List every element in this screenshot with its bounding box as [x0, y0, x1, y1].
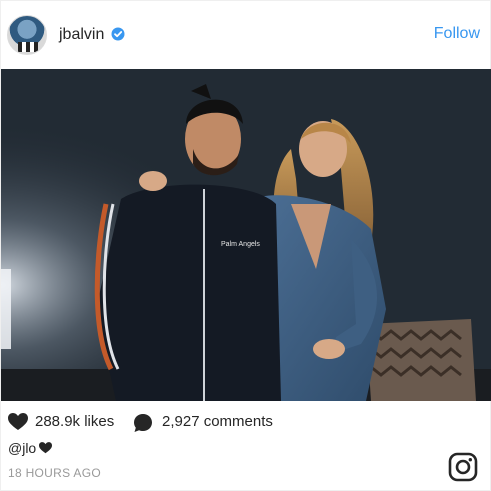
heart-icon[interactable] [8, 413, 28, 431]
comments-count[interactable]: 2,927 comments [162, 413, 273, 430]
username-link[interactable]: jbalvin [59, 26, 104, 44]
verified-badge-icon [111, 27, 125, 41]
comment-bubble-icon[interactable] [133, 413, 153, 433]
black-heart-icon [39, 442, 53, 454]
post-photo[interactable]: Palm Angels [1, 69, 491, 401]
instagram-logo-icon[interactable] [448, 452, 478, 482]
follow-button[interactable]: Follow [434, 25, 480, 43]
post-header: jbalvin Follow [1, 1, 491, 69]
caption-mention[interactable]: @jlo [8, 440, 36, 456]
shirt-brand-text: Palm Angels [221, 241, 260, 248]
avatar[interactable] [7, 15, 47, 55]
post-caption: @jlo [8, 440, 53, 456]
instagram-embed-card: jbalvin Follow Palm Angels 288.9k likes … [0, 0, 491, 491]
likes-count[interactable]: 288.9k likes [35, 413, 114, 430]
post-timestamp[interactable]: 18 HOURS AGO [8, 466, 101, 480]
post-actions: 288.9k likes 2,927 comments [1, 409, 491, 435]
